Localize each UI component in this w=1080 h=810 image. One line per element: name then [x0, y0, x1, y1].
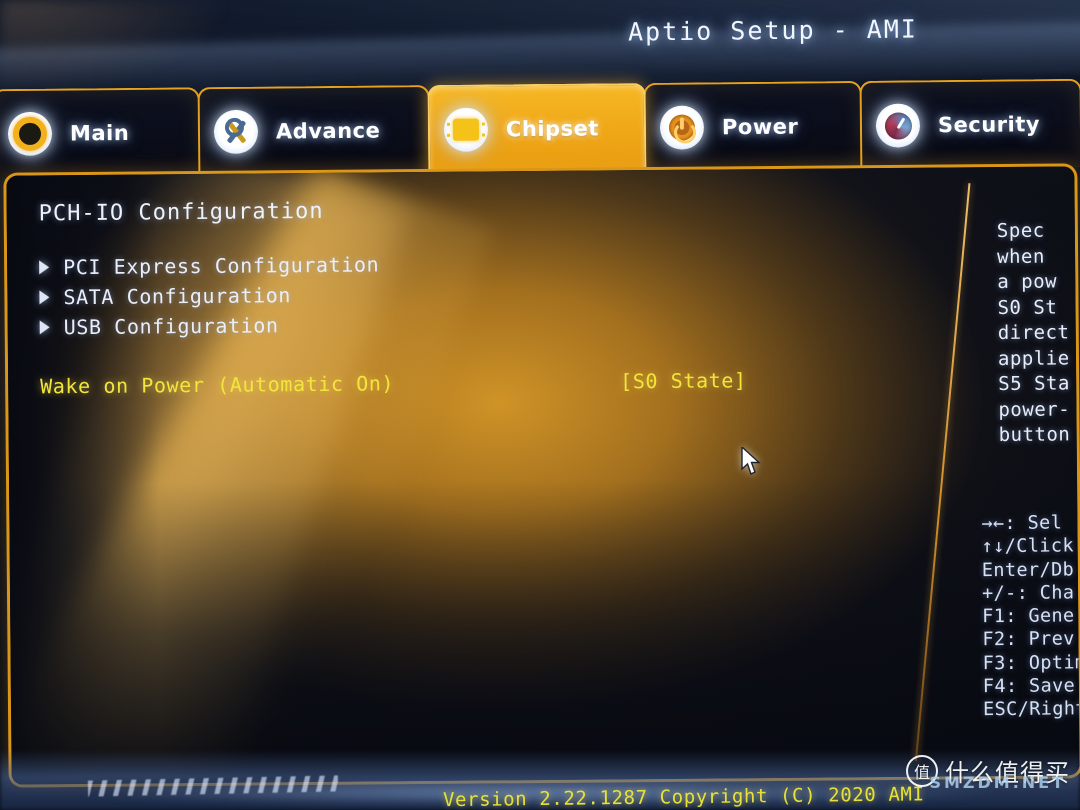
help-line: direct — [997, 321, 1070, 345]
menu-item-label: PCI Express Configuration — [63, 252, 380, 280]
tab-power-label: Power — [721, 114, 799, 140]
page-title: PCH-IO Configuration — [38, 198, 324, 227]
shield-gauge-icon — [875, 103, 921, 148]
setting-wake-on-power[interactable]: Wake on Power (Automatic On) [S0 State] — [40, 363, 1076, 400]
tab-chipset[interactable]: Chipset — [427, 82, 647, 174]
menu-item-label: USB Configuration — [63, 313, 279, 340]
chip-icon — [443, 107, 489, 152]
tab-security[interactable]: Security — [859, 78, 1080, 169]
tab-main-label: Main — [69, 120, 130, 146]
help-line: applie — [997, 346, 1070, 370]
tab-advance-label: Advance — [275, 118, 381, 144]
setting-value[interactable]: [S0 State] — [620, 368, 747, 393]
bezel-corner-glow — [0, 0, 230, 95]
panel-content: PCH-IO Configuration PCI Express Configu… — [6, 166, 1079, 784]
help-line: a pow — [997, 270, 1058, 294]
key-legend-line: +/-: Cha — [981, 582, 1075, 605]
watermark-subtext: SMZDM.NET — [929, 773, 1066, 792]
help-line: S0 St — [997, 296, 1058, 319]
version-text: Version 2.22.1287 Copyright (C) 2020 AMI — [442, 783, 925, 810]
key-legend-line: ↑↓/Click — [981, 535, 1075, 558]
help-line: S5 Sta — [998, 372, 1070, 396]
help-line: when — [997, 245, 1045, 268]
chevron-right-icon — [39, 260, 50, 275]
help-text: Spec when a pow S0 St direct applie S5 S… — [997, 218, 1080, 449]
menu-item-label: SATA Configuration — [63, 283, 292, 310]
power-icon — [659, 105, 705, 150]
key-legend-line: F4: Save — [982, 675, 1076, 698]
help-line: Spec — [996, 219, 1045, 243]
setting-label: Wake on Power (Automatic On) — [40, 371, 395, 399]
key-legend-line: F1: Gene — [982, 605, 1075, 628]
tab-advance[interactable]: Advance — [197, 85, 431, 176]
tools-icon — [213, 109, 259, 155]
app-title: Aptio Setup - AMI — [627, 14, 919, 47]
bios-screen-photo: Aptio Setup - AMI Main Advance Chipset P… — [0, 0, 1080, 810]
tab-chipset-label: Chipset — [505, 116, 599, 142]
tab-security-label: Security — [937, 112, 1041, 138]
key-legend-line: Enter/Db — [981, 558, 1075, 581]
tab-power[interactable]: Power — [643, 80, 863, 171]
chevron-right-icon — [39, 320, 50, 335]
help-line: power- — [998, 397, 1071, 421]
setup-panel: PCH-IO Configuration PCI Express Configu… — [3, 163, 1080, 788]
key-legend-line: F3: Optim — [982, 652, 1080, 674]
mouse-cursor — [741, 447, 761, 475]
target-ring-icon — [7, 111, 53, 157]
chevron-right-icon — [39, 290, 50, 305]
tab-main[interactable]: Main — [0, 87, 201, 178]
key-legend-line: F2: Prev — [982, 628, 1075, 651]
key-legend: →←: Sel ↑↓/Click Enter/Db +/-: Cha F1: G… — [981, 510, 1080, 721]
submenu-list: PCI Express Configuration SATA Configura… — [39, 243, 1076, 342]
help-line: button — [998, 423, 1071, 447]
key-legend-line: ESC/Right — [982, 698, 1080, 721]
key-legend-line: →←: Sel — [981, 512, 1063, 535]
